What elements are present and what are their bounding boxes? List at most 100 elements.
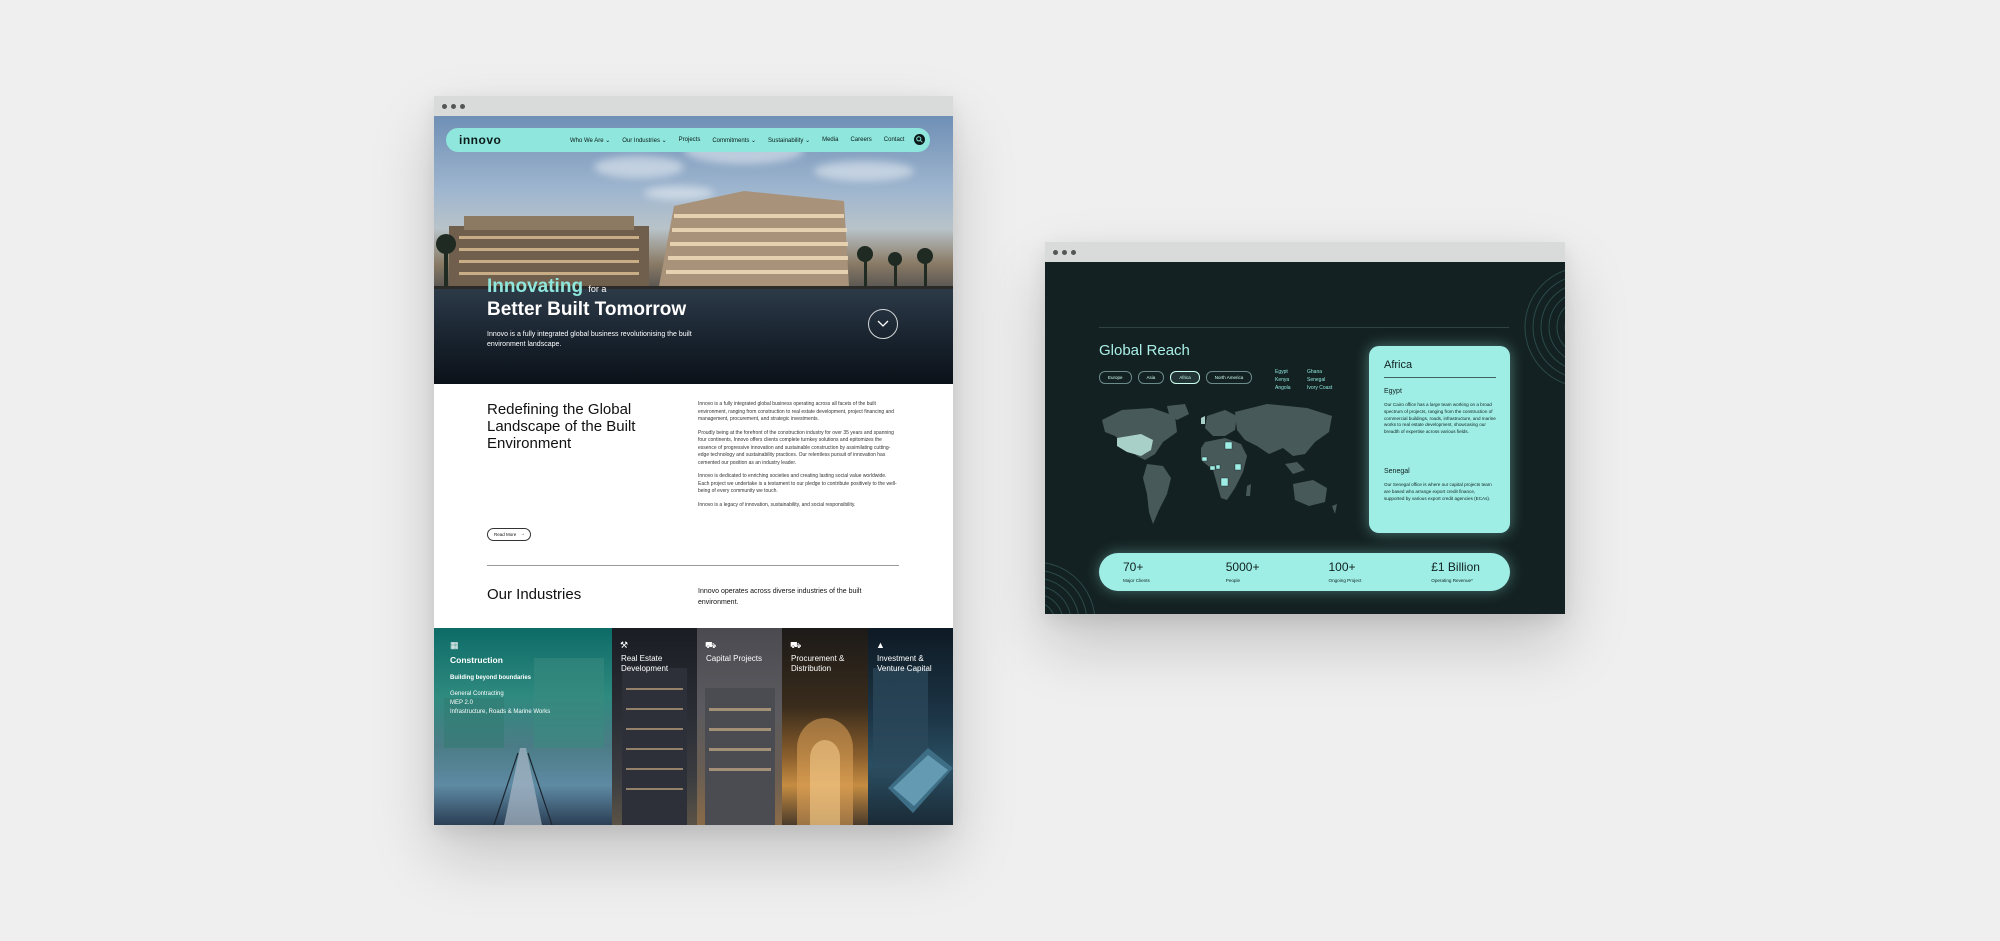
window-dot[interactable] (451, 103, 456, 109)
chevron-down-icon[interactable] (868, 309, 898, 339)
industries-description: Innovo operates across diverse industrie… (698, 588, 862, 606)
browser-chrome (434, 96, 953, 116)
global-reach-section: Global Reach Europe Asia Africa North Am… (1045, 262, 1565, 614)
nav-who-we-are[interactable]: Who We Are ⌄ (570, 137, 610, 144)
country-link[interactable]: Ivory Coast (1307, 385, 1347, 391)
nav-contact[interactable]: Contact (884, 137, 905, 144)
main-navbar: innovo Who We Are ⌄ Our Industries ⌄ Pro… (446, 128, 930, 152)
window-dot[interactable] (1062, 249, 1067, 255)
stat-projects: 100+ Ongoing Project (1305, 553, 1408, 591)
industry-list-item[interactable]: General Contracting (450, 690, 550, 699)
about-section: Redefining the Global Landscape of the B… (434, 384, 953, 628)
industry-panel-real-estate[interactable]: ⚒ Real Estate Development (612, 628, 697, 825)
country-link[interactable]: Angola (1275, 385, 1307, 391)
industry-title: Investment & Venture Capital (877, 654, 932, 673)
about-paragraph: Proudly being at the forefront of the co… (698, 429, 894, 466)
industry-panel-investment[interactable]: ▲ Investment & Venture Capital (868, 628, 953, 825)
country-link[interactable]: Kenya (1275, 377, 1307, 383)
arrow-right-icon: → (520, 531, 525, 537)
office-description: Our Senegal office is where our capital … (1384, 482, 1492, 501)
nav-projects[interactable]: Projects (679, 137, 701, 144)
homepage-window: innovo Who We Are ⌄ Our Industries ⌄ Pro… (434, 96, 953, 825)
tab-north-america[interactable]: North America (1205, 371, 1253, 384)
hero-title-accent: Innovating (487, 276, 584, 297)
stat-value: 100+ (1328, 560, 1356, 574)
global-reach-window: Global Reach Europe Asia Africa North Am… (1045, 242, 1565, 614)
window-dot[interactable] (1053, 249, 1058, 255)
stat-value: 5000+ (1225, 560, 1260, 574)
card-title: Africa (1384, 359, 1413, 371)
global-reach-title: Global Reach (1099, 342, 1190, 359)
industry-list-item[interactable]: MEP 2.0 (450, 699, 550, 708)
nav-commitments[interactable]: Commitments ⌄ (712, 137, 756, 144)
crane-icon: ⚒ (620, 640, 629, 650)
browser-chrome (1045, 242, 1565, 262)
industry-list: General Contracting MEP 2.0 Infrastructu… (450, 690, 550, 717)
stat-revenue: £1 Billion Operating Revenue* (1407, 553, 1510, 591)
cloud (814, 161, 914, 181)
stat-clients: 70+ Major Clients (1099, 553, 1202, 591)
country-list: Egypt Ghana Kenya Senegal Angola Ivory C… (1275, 369, 1347, 391)
about-heading: Redefining the Global Landscape of the B… (487, 401, 636, 452)
world-map (1102, 404, 1337, 524)
divider (487, 565, 899, 566)
country-link[interactable]: Egypt (1275, 369, 1307, 375)
nav-sustainability[interactable]: Sustainability ⌄ (768, 137, 810, 144)
truck-icon: ⛟ (705, 640, 717, 650)
read-more-label: Read More (494, 532, 517, 537)
industry-title: Real Estate Development (621, 654, 669, 673)
nav-menu: Who We Are ⌄ Our Industries ⌄ Projects C… (570, 137, 904, 144)
truck-icon: ⛟ (790, 640, 802, 650)
country-link[interactable]: Senegal (1307, 377, 1347, 383)
chart-icon: ▲ (876, 640, 885, 650)
industries-heading: Our Industries (487, 586, 582, 603)
hero-title-small: for a (588, 284, 607, 294)
industry-subtitle: Building beyond boundaries (450, 675, 531, 681)
nav-media[interactable]: Media (822, 137, 838, 144)
search-icon[interactable] (914, 134, 925, 145)
office-name: Senegal (1384, 468, 1410, 475)
stat-label: Operating Revenue* (1431, 578, 1473, 583)
stat-label: Ongoing Project (1328, 578, 1362, 583)
industry-title: Construction (450, 655, 503, 665)
industry-panel-construction[interactable]: ▦ Construction Building beyond boundarie… (434, 628, 612, 825)
industries-panels: ▦ Construction Building beyond boundarie… (434, 628, 953, 825)
about-paragraph: Innovo is a fully integrated global busi… (698, 401, 894, 422)
decorative-arcs (1524, 269, 1565, 385)
tab-europe[interactable]: Europe (1099, 371, 1132, 384)
tab-asia[interactable]: Asia (1137, 371, 1165, 384)
about-body: Innovo is a fully integrated global busi… (698, 401, 898, 515)
nav-our-industries[interactable]: Our Industries ⌄ (622, 137, 666, 144)
industry-panel-procurement[interactable]: ⛟ Procurement & Distribution (782, 628, 868, 825)
hero-title-line2: Better Built Tomorrow (487, 299, 687, 320)
stat-value: 70+ (1123, 560, 1144, 574)
office-name: Egypt (1384, 388, 1402, 395)
industry-title: Capital Projects (706, 654, 763, 663)
window-dot[interactable] (460, 103, 465, 109)
hero-description: Innovo is a fully integrated global busi… (487, 331, 692, 348)
stat-value: £1 Billion (1431, 560, 1480, 574)
region-info-card: Africa Egypt Our Cairo office has a larg… (1369, 346, 1510, 533)
cloud (594, 156, 684, 178)
divider (1384, 377, 1496, 378)
hero-section: innovo Who We Are ⌄ Our Industries ⌄ Pro… (434, 116, 953, 384)
read-more-button[interactable]: Read More → (487, 528, 531, 541)
industry-panel-capital-projects[interactable]: ⛟ Capital Projects (697, 628, 782, 825)
stat-people: 5000+ People (1202, 553, 1305, 591)
nav-careers[interactable]: Careers (850, 137, 871, 144)
industry-list-item[interactable]: Infrastructure, Roads & Marine Works (450, 708, 550, 717)
hero-title: Innovating for a Better Built Tomorrow (487, 276, 686, 321)
divider (1099, 327, 1509, 328)
building-icon: ▦ (450, 640, 459, 650)
tab-africa[interactable]: Africa (1170, 371, 1200, 384)
country-link[interactable]: Ghana (1307, 369, 1347, 375)
industry-title: Procurement & Distribution (791, 654, 845, 673)
region-tabs: Europe Asia Africa North America (1099, 371, 1253, 384)
decorative-arcs (1045, 562, 1095, 614)
stat-label: Major Clients (1123, 578, 1150, 583)
about-paragraph: Innovo is dedicated to enriching societi… (698, 473, 897, 494)
window-dot[interactable] (442, 103, 447, 109)
logo[interactable]: innovo (459, 133, 559, 147)
window-dot[interactable] (1071, 249, 1076, 255)
stats-bar: 70+ Major Clients 5000+ People 100+ Ongo… (1099, 553, 1510, 591)
